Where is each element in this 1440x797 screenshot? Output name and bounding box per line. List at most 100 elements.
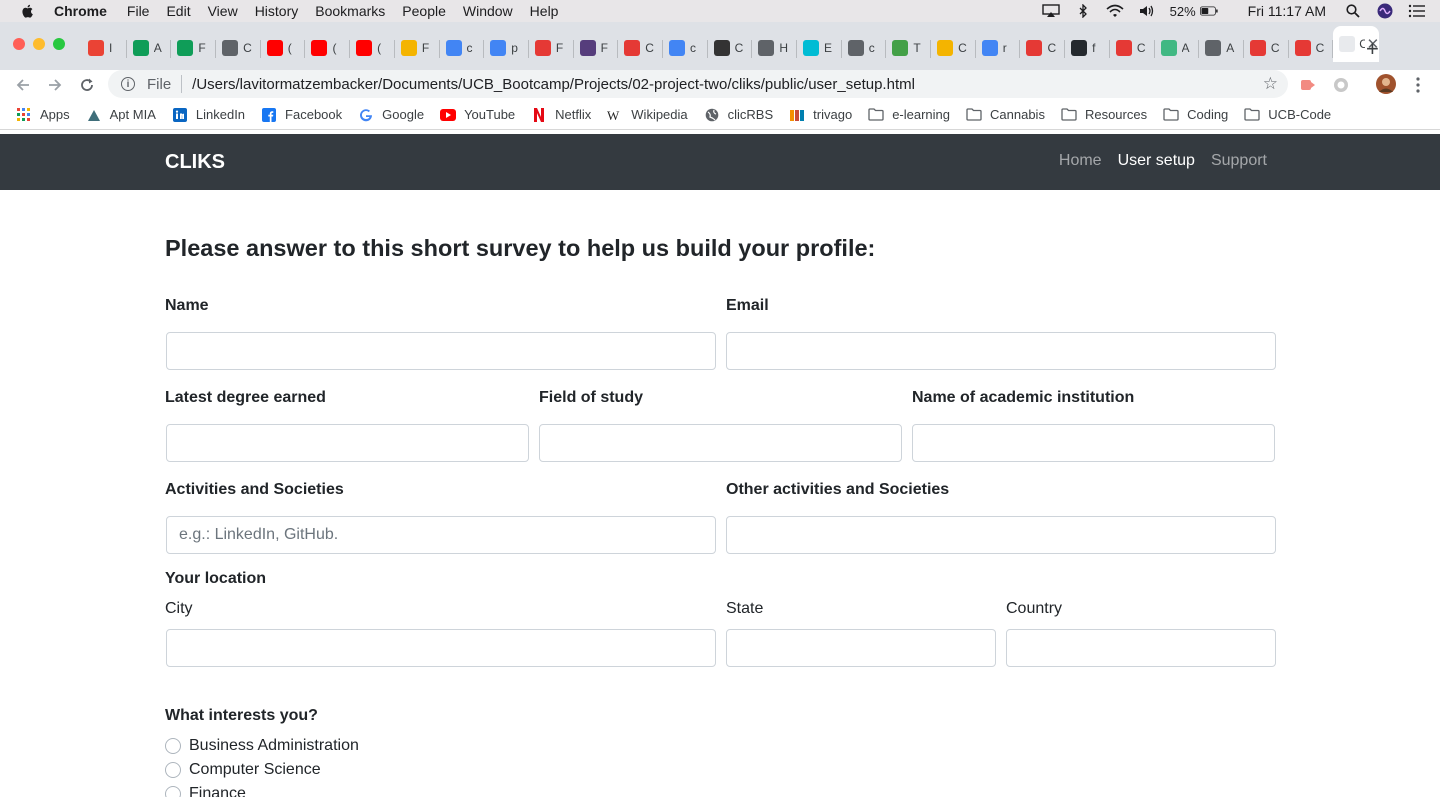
address-bar[interactable]: i File /Users/lavitormatzembacker/Docume… xyxy=(108,70,1288,98)
interest-option-business[interactable]: Business Administration xyxy=(165,737,359,755)
bookmark-item[interactable]: Netflix xyxy=(531,107,591,123)
browser-tab[interactable]: ( xyxy=(350,34,395,62)
bookmark-item[interactable]: LinkedIn xyxy=(172,107,245,123)
browser-tab[interactable]: ( xyxy=(261,34,306,62)
extension-cast-icon[interactable] xyxy=(1299,76,1317,94)
airplay-icon[interactable] xyxy=(1041,4,1060,18)
browser-tab[interactable]: C xyxy=(1110,34,1155,62)
browser-tab[interactable]: I xyxy=(82,34,127,62)
browser-tab[interactable]: C xyxy=(1020,34,1065,62)
radio-button[interactable] xyxy=(165,786,181,797)
bookmark-item[interactable]: Coding xyxy=(1163,107,1228,123)
bookmark-item[interactable]: Resources xyxy=(1061,107,1147,123)
bluetooth-icon[interactable] xyxy=(1074,4,1092,18)
name-input[interactable] xyxy=(166,332,716,370)
bookmark-item[interactable]: Google xyxy=(358,107,424,123)
spotlight-search-icon[interactable] xyxy=(1344,4,1362,18)
bookmark-star-icon[interactable]: ☆ xyxy=(1263,74,1278,94)
site-brand[interactable]: CLIKS xyxy=(165,151,225,174)
radio-button[interactable] xyxy=(165,762,181,778)
extension-grey-icon[interactable] xyxy=(1332,76,1350,94)
profile-avatar[interactable] xyxy=(1376,74,1396,94)
email-input[interactable] xyxy=(726,332,1276,370)
apple-icon[interactable] xyxy=(20,3,36,19)
menubar-clock[interactable]: Fri 11:17 AM xyxy=(1248,3,1326,19)
menu-app-chrome[interactable]: Chrome xyxy=(54,3,107,19)
field-of-study-input[interactable] xyxy=(539,424,902,462)
browser-tab[interactable]: A xyxy=(1199,34,1244,62)
wifi-icon[interactable] xyxy=(1106,4,1124,18)
interest-option-finance[interactable]: Finance xyxy=(165,785,246,797)
bookmark-item[interactable]: Apt MIA xyxy=(86,107,156,123)
browser-tab[interactable]: ( xyxy=(305,34,350,62)
activities-input[interactable] xyxy=(166,516,716,554)
bookmark-item[interactable]: Apps xyxy=(16,107,70,123)
window-zoom-button[interactable] xyxy=(53,38,65,50)
browser-tab[interactable]: C xyxy=(618,34,663,62)
browser-tab[interactable]: C xyxy=(931,34,976,62)
browser-tab[interactable]: F xyxy=(529,34,574,62)
other-activities-input[interactable] xyxy=(726,516,1276,554)
menu-people[interactable]: People xyxy=(402,3,446,19)
country-input[interactable] xyxy=(1006,629,1276,667)
interests-label: What interests you? xyxy=(165,707,318,724)
browser-tab[interactable]: r xyxy=(976,34,1021,62)
reload-button[interactable] xyxy=(75,73,99,97)
volume-icon[interactable] xyxy=(1138,4,1156,18)
bookmark-item[interactable]: YouTube xyxy=(440,107,515,123)
radio-button[interactable] xyxy=(165,738,181,754)
back-button[interactable] xyxy=(11,73,35,97)
battery-icon[interactable] xyxy=(1199,4,1218,18)
browser-tab[interactable]: E xyxy=(797,34,842,62)
forward-button[interactable] xyxy=(43,73,67,97)
bookmark-item[interactable]: W Wikipedia xyxy=(607,107,687,123)
window-close-button[interactable] xyxy=(13,38,25,50)
nav-link-user-setup[interactable]: User setup xyxy=(1118,152,1195,170)
bookmark-item[interactable]: UCB-Code xyxy=(1244,107,1331,123)
menu-history[interactable]: History xyxy=(255,3,299,19)
window-minimize-button[interactable] xyxy=(33,38,45,50)
menu-edit[interactable]: Edit xyxy=(166,3,190,19)
tab-title: T xyxy=(913,41,921,55)
browser-tab[interactable]: c xyxy=(842,34,887,62)
browser-tab[interactable]: c xyxy=(663,34,708,62)
chrome-menu-button[interactable] xyxy=(1406,73,1430,97)
svg-text:W: W xyxy=(607,109,620,121)
bookmark-item[interactable]: trivago xyxy=(789,107,852,123)
url-text[interactable]: /Users/lavitormatzembacker/Documents/UCB… xyxy=(192,76,915,93)
browser-tab[interactable]: F xyxy=(574,34,619,62)
browser-tab[interactable]: A xyxy=(1155,34,1200,62)
browser-tab[interactable]: C xyxy=(216,34,261,62)
notification-center-icon[interactable] xyxy=(1408,4,1426,18)
browser-tab[interactable]: H xyxy=(752,34,797,62)
menu-bookmarks[interactable]: Bookmarks xyxy=(315,3,385,19)
degree-input[interactable] xyxy=(166,424,529,462)
bookmark-item[interactable]: Facebook xyxy=(261,107,342,123)
new-tab-button[interactable]: + xyxy=(1366,36,1379,62)
browser-tab[interactable]: F xyxy=(395,34,440,62)
browser-tab[interactable]: C xyxy=(1244,34,1289,62)
siri-icon[interactable] xyxy=(1376,3,1394,19)
browser-tab[interactable]: C xyxy=(708,34,753,62)
menu-help[interactable]: Help xyxy=(530,3,559,19)
nav-link-support[interactable]: Support xyxy=(1211,152,1267,170)
bookmark-item[interactable]: Cannabis xyxy=(966,107,1045,123)
bookmark-item[interactable]: clicRBS xyxy=(704,107,773,123)
state-input[interactable] xyxy=(726,629,996,667)
menu-view[interactable]: View xyxy=(208,3,238,19)
city-input[interactable] xyxy=(166,629,716,667)
browser-tab[interactable]: c xyxy=(440,34,485,62)
browser-tab[interactable]: C xyxy=(1289,34,1334,62)
site-info-icon[interactable]: i xyxy=(121,77,135,91)
institution-input[interactable] xyxy=(912,424,1275,462)
browser-tab[interactable]: A xyxy=(127,34,172,62)
menu-file[interactable]: File xyxy=(127,3,150,19)
browser-tab[interactable]: T xyxy=(886,34,931,62)
browser-tab[interactable]: p xyxy=(484,34,529,62)
interest-option-computer-science[interactable]: Computer Science xyxy=(165,761,321,779)
browser-tab[interactable]: F xyxy=(171,34,216,62)
bookmark-item[interactable]: e-learning xyxy=(868,107,950,123)
browser-tab[interactable]: f xyxy=(1065,34,1110,62)
menu-window[interactable]: Window xyxy=(463,3,513,19)
nav-link-home[interactable]: Home xyxy=(1059,152,1102,170)
